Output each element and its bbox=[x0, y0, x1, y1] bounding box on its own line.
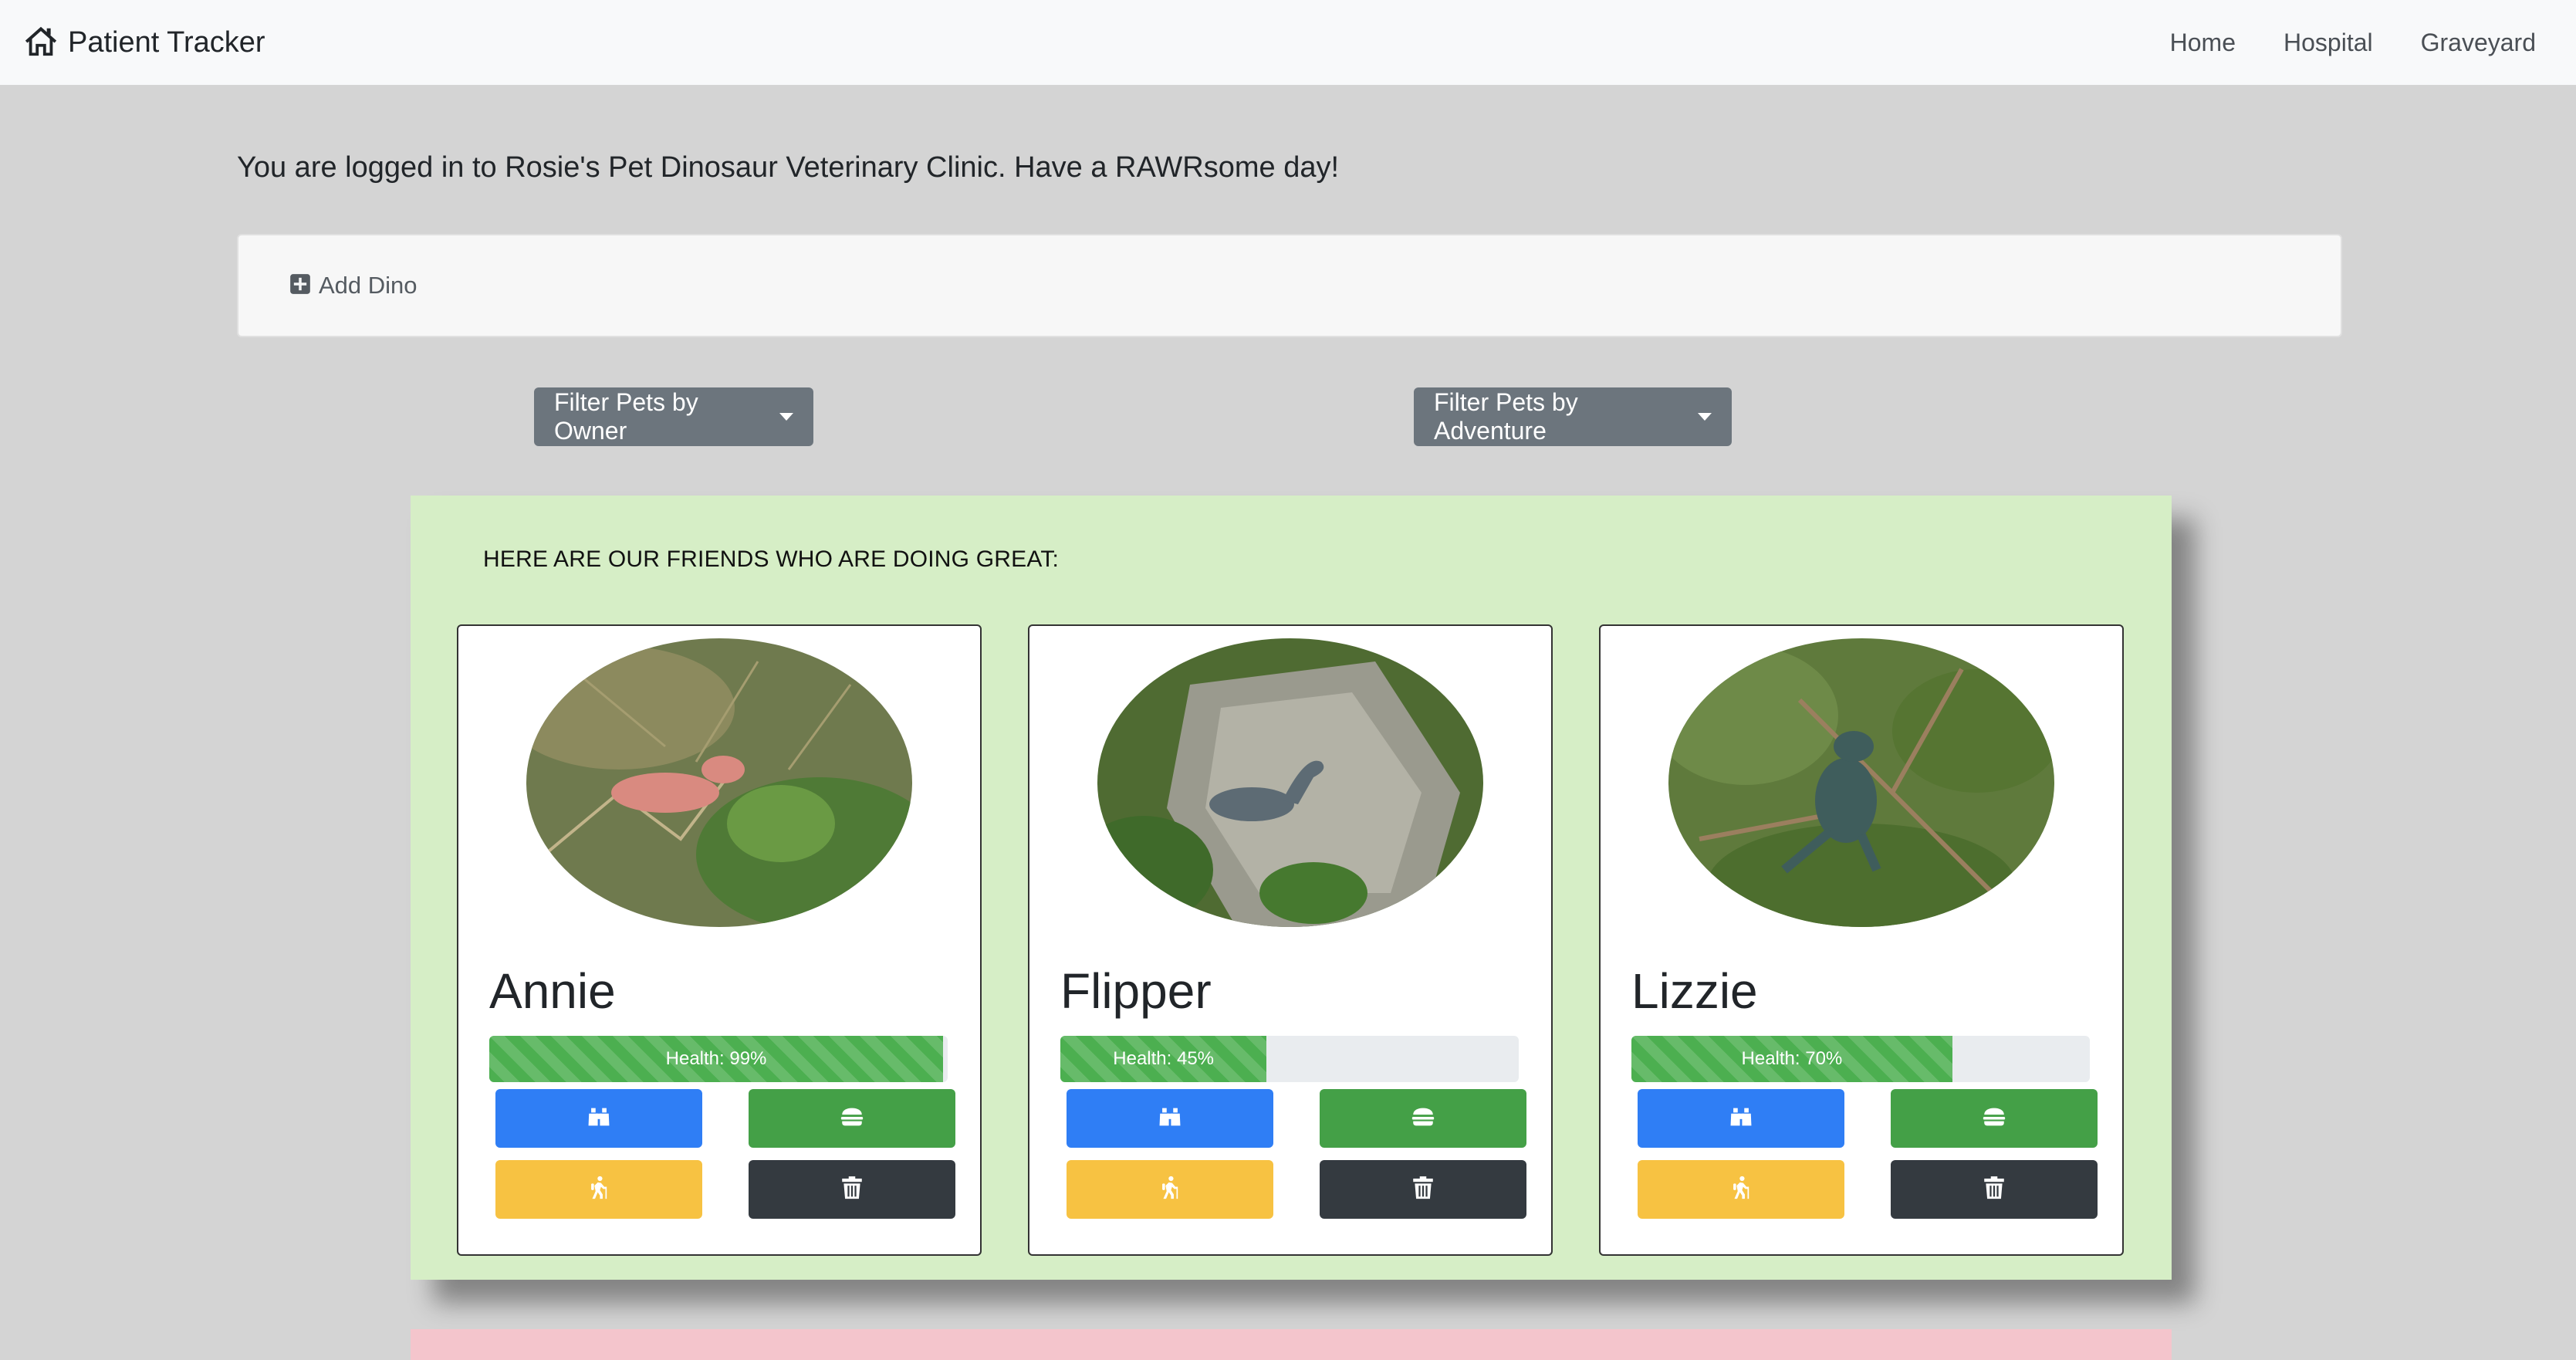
house-icon bbox=[23, 23, 59, 63]
delete-button[interactable] bbox=[1891, 1160, 2098, 1219]
filter-owner-label: Filter Pets by Owner bbox=[554, 388, 698, 445]
brand-title: Patient Tracker bbox=[68, 25, 265, 59]
delete-button[interactable] bbox=[1320, 1160, 1526, 1219]
feed-button[interactable] bbox=[749, 1089, 955, 1148]
caret-down-icon bbox=[779, 413, 793, 421]
pet-photo bbox=[1097, 638, 1483, 927]
binoculars-icon bbox=[1728, 1104, 1754, 1134]
hiking-icon bbox=[1728, 1175, 1754, 1205]
filter-by-owner-dropdown[interactable]: Filter Pets by Owner bbox=[534, 387, 813, 446]
caret-down-icon bbox=[1698, 413, 1712, 421]
trash-icon bbox=[1410, 1175, 1436, 1205]
add-dino-card: Add Dino bbox=[237, 234, 2342, 337]
nav-link-hospital[interactable]: Hospital bbox=[2284, 29, 2373, 57]
delete-button[interactable] bbox=[749, 1160, 955, 1219]
add-dino-button[interactable]: Add Dino bbox=[289, 272, 418, 299]
brand-link[interactable]: Patient Tracker bbox=[23, 23, 265, 63]
pet-card: Flipper Health: 45% bbox=[1028, 624, 1553, 1256]
hiking-icon bbox=[1157, 1175, 1183, 1205]
hiking-icon bbox=[586, 1175, 612, 1205]
pet-name: Lizzie bbox=[1631, 963, 1758, 1019]
pet-card: Lizzie Health: 70% bbox=[1599, 624, 2124, 1256]
health-bar: Health: 99% bbox=[489, 1036, 948, 1082]
dino-toy-body bbox=[611, 773, 719, 813]
dino-toy-head bbox=[701, 756, 745, 783]
add-dino-label: Add Dino bbox=[319, 272, 418, 299]
adventure-button[interactable] bbox=[1067, 1160, 1273, 1219]
adventure-button[interactable] bbox=[495, 1160, 702, 1219]
explore-button[interactable] bbox=[495, 1089, 702, 1148]
explore-button[interactable] bbox=[1638, 1089, 1844, 1148]
trash-icon bbox=[839, 1175, 865, 1205]
dino-toy-body bbox=[1209, 787, 1294, 821]
pet-card: Annie Health: 99% bbox=[457, 624, 982, 1256]
section-title: HERE ARE OUR FRIENDS WHO ARE DOING GREAT… bbox=[483, 546, 1060, 572]
nav-link-home[interactable]: Home bbox=[2170, 29, 2236, 57]
hamburger-icon bbox=[1981, 1104, 2007, 1134]
health-bar: Health: 45% bbox=[1060, 1036, 1519, 1082]
hamburger-icon bbox=[839, 1104, 865, 1134]
binoculars-icon bbox=[1157, 1104, 1183, 1134]
filter-by-adventure-dropdown[interactable]: Filter Pets by Adventure bbox=[1414, 387, 1732, 446]
health-bar-fill: Health: 70% bbox=[1631, 1036, 1952, 1082]
navbar: Patient Tracker Home Hospital Graveyard bbox=[0, 0, 2576, 85]
hamburger-icon bbox=[1410, 1104, 1436, 1134]
health-bar-fill: Health: 99% bbox=[489, 1036, 944, 1082]
nav-links: Home Hospital Graveyard bbox=[2170, 29, 2536, 57]
plus-square-icon bbox=[289, 273, 311, 299]
pet-name: Flipper bbox=[1060, 963, 1212, 1019]
dino-toy-head bbox=[1834, 731, 1874, 762]
nav-link-graveyard[interactable]: Graveyard bbox=[2421, 29, 2536, 57]
feed-button[interactable] bbox=[1891, 1089, 2098, 1148]
adventure-button[interactable] bbox=[1638, 1160, 1844, 1219]
filter-adventure-label: Filter Pets by Adventure bbox=[1434, 388, 1578, 445]
pet-photo bbox=[1668, 638, 2054, 927]
health-bar: Health: 70% bbox=[1631, 1036, 2090, 1082]
pet-photo bbox=[526, 638, 912, 927]
explore-button[interactable] bbox=[1067, 1089, 1273, 1148]
feed-button[interactable] bbox=[1320, 1089, 1526, 1148]
trash-icon bbox=[1981, 1175, 2007, 1205]
welcome-message: You are logged in to Rosie's Pet Dinosau… bbox=[237, 151, 1340, 184]
next-section bbox=[411, 1329, 2172, 1360]
doing-great-section: HERE ARE OUR FRIENDS WHO ARE DOING GREAT… bbox=[411, 496, 2172, 1280]
pet-name: Annie bbox=[489, 963, 616, 1019]
binoculars-icon bbox=[586, 1104, 612, 1134]
health-bar-fill: Health: 45% bbox=[1060, 1036, 1267, 1082]
dino-toy-body bbox=[1815, 758, 1877, 843]
